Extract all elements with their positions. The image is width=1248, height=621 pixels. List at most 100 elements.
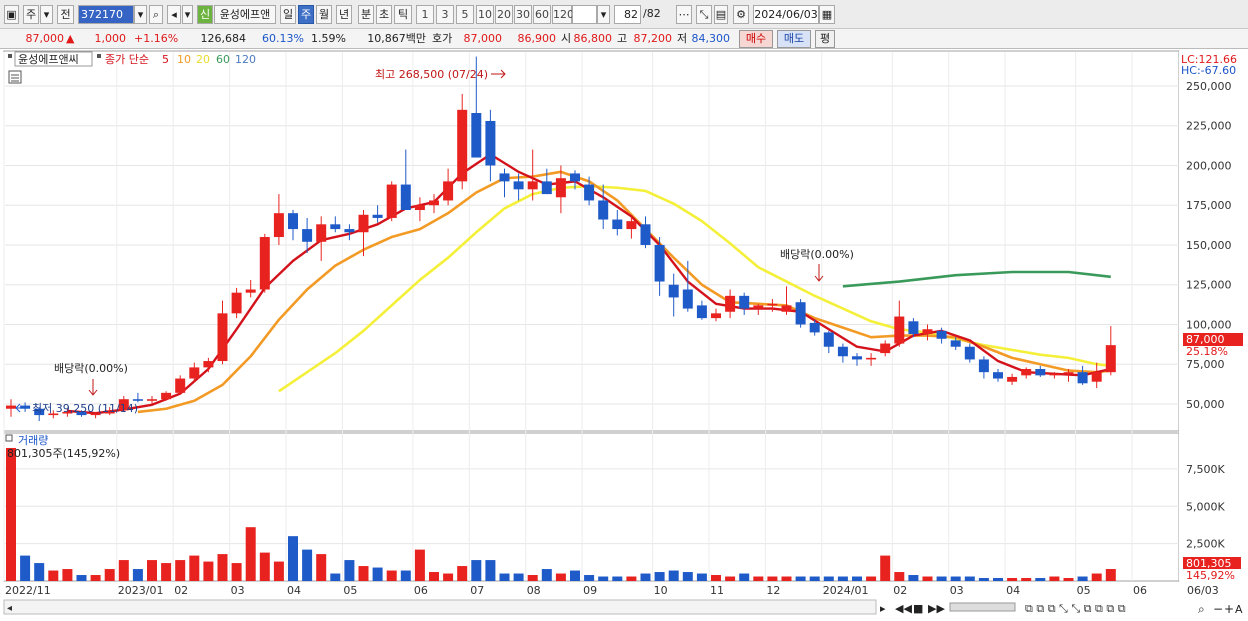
candle-body	[259, 237, 270, 290]
buy-button[interactable]: 매수	[739, 30, 773, 48]
interval-1[interactable]: 1	[416, 5, 434, 24]
calendar-icon[interactable]: ▦	[819, 5, 835, 24]
date-input[interactable]: 2024/06/03	[753, 5, 819, 24]
volume-bar	[344, 560, 355, 581]
volume-bar	[400, 570, 411, 581]
candle-body	[837, 346, 848, 357]
search-icon[interactable]: ⌕	[149, 5, 163, 24]
tab-tick[interactable]: 틱	[394, 5, 412, 24]
interval-5[interactable]: 5	[456, 5, 474, 24]
interval-3[interactable]: 3	[436, 5, 454, 24]
code-dropdown-icon[interactable]: ▾	[134, 5, 147, 24]
period-type-dropdown-icon[interactable]: ▾	[40, 5, 53, 24]
candle-body	[866, 357, 877, 360]
interval-dropdown-icon[interactable]: ▾	[597, 5, 610, 24]
minus-icon[interactable]: −	[1213, 602, 1223, 616]
interval-120[interactable]: 120	[552, 5, 574, 24]
volume-bar	[767, 576, 778, 581]
candle-body	[527, 181, 538, 190]
code-input[interactable]: 372170	[78, 5, 134, 24]
layout-icon[interactable]: ▣	[4, 5, 19, 24]
scrollbar-track[interactable]	[3, 599, 877, 615]
volume-bar	[457, 566, 468, 581]
candle-body	[6, 405, 16, 409]
volume-bar	[626, 576, 637, 581]
zoom-slider[interactable]	[949, 602, 1016, 612]
candle-body	[147, 399, 157, 401]
tab-daily[interactable]: 일	[280, 5, 296, 24]
volume-bar	[725, 576, 736, 581]
candle-body	[640, 224, 651, 245]
tab-minute[interactable]: 분	[358, 5, 374, 24]
interval-30[interactable]: 30	[514, 5, 532, 24]
sell-button[interactable]: 매도	[777, 30, 811, 48]
candle-body	[288, 213, 298, 230]
volume-bar	[753, 576, 764, 581]
high-label: 고	[617, 32, 628, 45]
speaker-icon[interactable]: ◂	[167, 5, 181, 24]
volume-bar	[711, 575, 721, 581]
volume-bar	[852, 576, 862, 581]
rewind-icon[interactable]: ◀◀	[895, 602, 912, 615]
prev-button[interactable]: 전	[57, 5, 74, 24]
x-tick-label: 04	[1006, 584, 1020, 597]
x-tick-label: 03	[231, 584, 245, 597]
ask-price-1: 87,000	[463, 32, 503, 45]
gear-icon[interactable]: ⚙	[733, 5, 749, 24]
interval-60[interactable]: 60	[533, 5, 551, 24]
volume-bar	[485, 560, 496, 581]
text-tool-icon[interactable]: A	[1235, 603, 1243, 616]
stock-name[interactable]: 윤성에프앤	[214, 5, 276, 24]
tool-icon[interactable]: ⋯	[676, 5, 692, 24]
period-type-select[interactable]: 주	[23, 5, 39, 24]
volume-bar	[414, 549, 425, 581]
candle-body	[316, 224, 327, 242]
low-label: 저	[677, 32, 688, 45]
scroll-right-icon[interactable]: ▸	[880, 602, 886, 615]
scroll-left-icon[interactable]: ◂	[7, 603, 12, 614]
candle-body	[245, 289, 256, 293]
quote-bar: 87,000 ▲ 1,000 +1.16% 126,684 60.13% 1.5…	[0, 29, 1248, 49]
layout-tools-icon[interactable]: ⧉ ⧉ ⧉ ⤡ ⤡ ⧉ ⧉ ⧉ ⧉	[1025, 602, 1126, 615]
volume-bar	[866, 576, 877, 581]
candle-body	[950, 340, 961, 347]
volume-bar	[922, 576, 933, 581]
candle-body	[908, 321, 919, 335]
speaker-dropdown-icon[interactable]: ▾	[182, 5, 193, 24]
volume-bar	[161, 563, 172, 581]
tab-yearly[interactable]: 년	[336, 5, 352, 24]
candle-body	[217, 313, 228, 362]
candle-body	[555, 178, 566, 198]
zoom-out-icon[interactable]: ⌕	[1198, 602, 1205, 616]
candle-body	[795, 302, 806, 325]
candle-body	[922, 329, 933, 335]
plus-icon[interactable]: +	[1224, 602, 1234, 616]
tab-weekly[interactable]: 주	[298, 5, 314, 24]
x-tick-label: 06	[1133, 584, 1147, 597]
interval-10[interactable]: 10	[476, 5, 494, 24]
volume-bar	[527, 575, 538, 581]
candle-body	[330, 224, 341, 230]
toolbar: ▣ 주 ▾ 전 372170 ▾ ⌕ ◂ ▾ 신 윤성에프앤 일 주 월 년 분…	[0, 0, 1248, 29]
volume-bar	[1035, 578, 1046, 581]
x-tick-label: 2022/11	[5, 584, 51, 597]
volume-bar	[936, 576, 947, 581]
tab-second[interactable]: 초	[376, 5, 392, 24]
low-price: 84,300	[691, 32, 731, 45]
candle-body	[978, 359, 989, 373]
count-input[interactable]: 82	[614, 5, 641, 24]
volume-bar	[358, 566, 369, 581]
forward-icon[interactable]: ▶▶	[928, 602, 945, 615]
chart-area[interactable]: 250,000225,000200,000175,000150,000125,0…	[0, 49, 1248, 621]
save-icon[interactable]: ▤	[714, 5, 728, 24]
tab-monthly[interactable]: 월	[316, 5, 332, 24]
new-badge: 신	[197, 5, 213, 24]
legend-marker-2	[97, 54, 101, 58]
draw-icon[interactable]: ⤡	[696, 5, 712, 24]
avg-button[interactable]: 평	[815, 30, 835, 48]
interval-input[interactable]	[572, 5, 597, 24]
interval-20[interactable]: 20	[495, 5, 513, 24]
x-tick-label: 05	[1077, 584, 1091, 597]
stop-icon[interactable]: ■	[913, 602, 923, 615]
volume-bar	[993, 578, 1003, 581]
